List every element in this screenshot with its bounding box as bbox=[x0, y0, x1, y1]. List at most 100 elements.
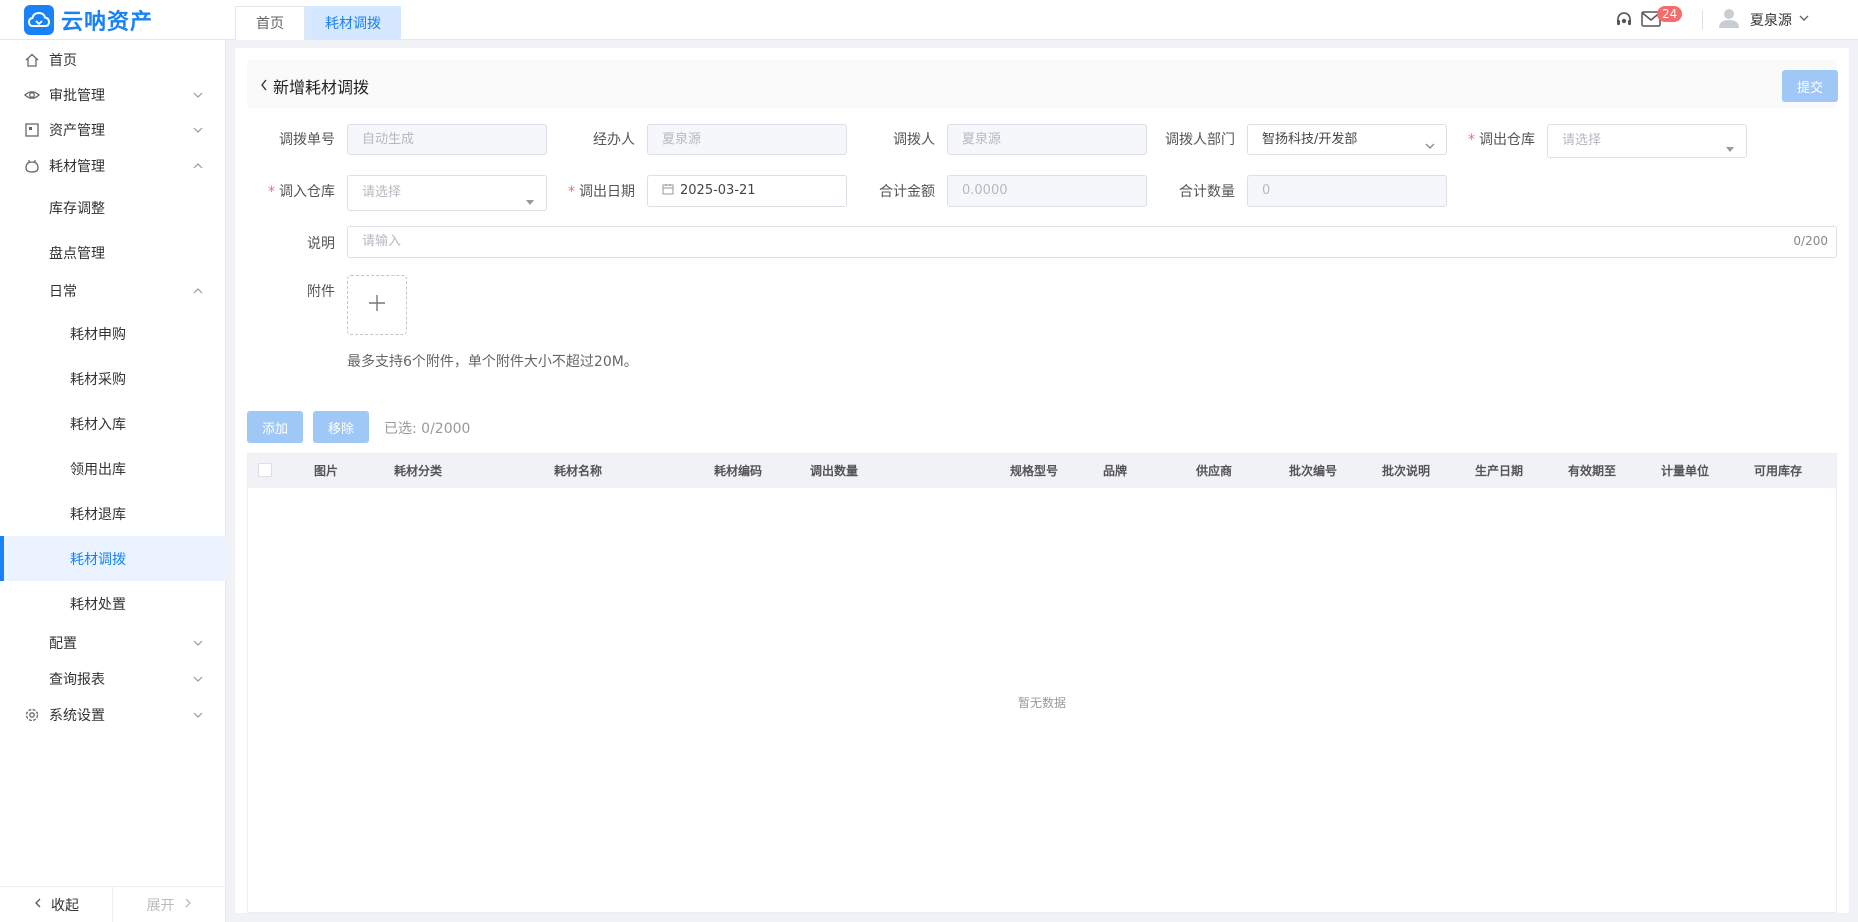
transfer-no-field[interactable]: 自动生成 bbox=[347, 124, 547, 155]
total-amount-label: 合计金额 bbox=[879, 184, 935, 200]
description-input[interactable]: 请输入 0/200 bbox=[347, 226, 1837, 258]
selected-count: 已选: 0/2000 bbox=[384, 421, 471, 437]
expand-button[interactable]: 展开 bbox=[113, 887, 226, 922]
col-supplier: 供应商 bbox=[1196, 464, 1233, 478]
sidebar-item-assets[interactable]: 资产管理 bbox=[0, 112, 226, 148]
upload-button[interactable] bbox=[347, 275, 407, 335]
chevron-down-icon bbox=[192, 709, 204, 721]
expand-label: 展开 bbox=[146, 898, 175, 914]
handler-field[interactable]: 夏泉源 bbox=[647, 124, 847, 155]
submit-button[interactable]: 提交 bbox=[1782, 70, 1838, 102]
char-counter: 0/200 bbox=[1793, 234, 1828, 248]
in-warehouse-select[interactable]: 请选择 bbox=[347, 175, 547, 211]
sidebar-item-system-settings[interactable]: 系统设置 bbox=[0, 697, 226, 733]
sidebar-item-label: 库存调整 bbox=[49, 201, 105, 217]
sidebar-item-label: 盘点管理 bbox=[49, 246, 105, 262]
sidebar-item-label: 资产管理 bbox=[49, 123, 105, 139]
chevron-left-icon bbox=[259, 77, 269, 96]
back-link[interactable]: 新增耗材调拨 bbox=[259, 74, 369, 98]
app-name: 云呐资产 bbox=[61, 10, 154, 35]
description-placeholder: 请输入 bbox=[362, 234, 402, 249]
transferor-field[interactable]: 夏泉源 bbox=[947, 124, 1147, 155]
sidebar-item-stock-adjust[interactable]: 库存调整 bbox=[0, 190, 226, 226]
select-all-checkbox[interactable] bbox=[258, 463, 272, 477]
sidebar-item-home[interactable]: 首页 bbox=[0, 42, 226, 78]
col-name: 耗材名称 bbox=[554, 464, 603, 478]
sidebar-item-return[interactable]: 耗材退库 bbox=[0, 496, 226, 532]
tab-home[interactable]: 首页 bbox=[235, 6, 305, 40]
col-category: 耗材分类 bbox=[394, 464, 443, 478]
transfer-no-label: 调拨单号 bbox=[279, 132, 335, 148]
sidebar-toggle-bar: 收起 展开 bbox=[0, 886, 226, 922]
sidebar-item-purchase-request[interactable]: 耗材申购 bbox=[0, 316, 226, 352]
sidebar-item-consumables[interactable]: 耗材管理 bbox=[0, 148, 226, 184]
col-batch-no: 批次编号 bbox=[1289, 464, 1338, 478]
sidebar-item-label: 耗材处置 bbox=[70, 597, 126, 613]
chevron-down-icon bbox=[1798, 12, 1810, 28]
total-qty-field[interactable]: 0 bbox=[1247, 175, 1447, 207]
sidebar-item-config[interactable]: 配置 bbox=[0, 625, 226, 661]
add-button[interactable]: 添加 bbox=[247, 411, 303, 443]
total-amount-field[interactable]: 0.0000 bbox=[947, 175, 1147, 207]
col-image: 图片 bbox=[314, 464, 339, 478]
chevron-up-icon bbox=[192, 285, 204, 297]
headset-icon[interactable] bbox=[1615, 11, 1633, 29]
sidebar-item-label: 耗材调拨 bbox=[70, 551, 126, 568]
col-batch-desc: 批次说明 bbox=[1382, 464, 1431, 478]
sidebar-item-label: 查询报表 bbox=[49, 672, 105, 688]
sidebar-item-inventory-check[interactable]: 盘点管理 bbox=[0, 235, 226, 271]
sidebar-item-stock-out[interactable]: 领用出库 bbox=[0, 451, 226, 487]
tab-consumable-transfer[interactable]: 耗材调拨 bbox=[305, 6, 401, 40]
sidebar-item-label: 日常 bbox=[49, 284, 77, 300]
chevron-down-icon bbox=[192, 124, 204, 136]
chevron-down-icon bbox=[192, 89, 204, 101]
sidebar-item-label: 领用出库 bbox=[70, 462, 126, 478]
page-tabs: 首页 耗材调拨 bbox=[235, 6, 401, 40]
page-title: 新增耗材调拨 bbox=[273, 78, 370, 97]
dept-label: 调拨人部门 bbox=[1165, 132, 1235, 148]
out-date-label: * 调出日期 bbox=[568, 184, 635, 200]
sidebar-item-label: 首页 bbox=[49, 53, 77, 69]
out-date-picker[interactable]: 2025-03-21 bbox=[647, 175, 847, 207]
handler-label: 经办人 bbox=[593, 132, 635, 148]
sidebar-item-label: 耗材申购 bbox=[70, 327, 126, 343]
plus-icon bbox=[367, 293, 387, 317]
collapse-button[interactable]: 收起 bbox=[0, 887, 113, 922]
sidebar-item-label: 耗材入库 bbox=[70, 417, 126, 433]
app-logo[interactable]: 云呐资产 bbox=[24, 5, 154, 35]
chevron-down-icon bbox=[192, 673, 204, 685]
main-content: 新增耗材调拨 提交 调拨单号 自动生成 经办人 夏泉源 调拨人 夏泉源 调拨人部… bbox=[235, 48, 1849, 913]
out-warehouse-label: * 调出仓库 bbox=[1468, 132, 1535, 148]
avatar-icon bbox=[1718, 7, 1740, 33]
sidebar-item-label: 耗材管理 bbox=[49, 159, 105, 175]
header-divider bbox=[1702, 10, 1703, 30]
table-header: 图片 耗材分类 耗材名称 耗材编码 调出数量 规格型号 品牌 供应商 批次编号 … bbox=[248, 454, 1836, 488]
dept-select[interactable]: 智扬科技/开发部 bbox=[1247, 124, 1447, 155]
col-spec: 规格型号 bbox=[1010, 464, 1059, 478]
sidebar-item-label: 系统设置 bbox=[49, 708, 105, 724]
sidebar-item-daily[interactable]: 日常 bbox=[0, 273, 226, 309]
chevron-left-icon bbox=[33, 897, 43, 913]
user-menu[interactable]: 夏泉源 bbox=[1718, 8, 1810, 32]
col-mfg-date: 生产日期 bbox=[1475, 464, 1524, 478]
col-code: 耗材编码 bbox=[714, 464, 763, 478]
sidebar-item-label: 配置 bbox=[49, 636, 77, 652]
chevron-right-icon bbox=[183, 897, 193, 913]
collapse-label: 收起 bbox=[51, 898, 79, 914]
chevron-down-icon bbox=[192, 637, 204, 649]
total-qty-label: 合计数量 bbox=[1179, 184, 1235, 200]
caret-down-icon bbox=[1724, 136, 1736, 152]
sidebar-item-disposal[interactable]: 耗材处置 bbox=[0, 586, 226, 622]
out-warehouse-placeholder: 请选择 bbox=[1562, 133, 1602, 148]
remove-button[interactable]: 移除 bbox=[313, 411, 369, 443]
sidebar-item-transfer[interactable]: 耗材调拨 bbox=[0, 536, 226, 581]
out-warehouse-select[interactable]: 请选择 bbox=[1547, 124, 1747, 158]
sidebar-item-procurement[interactable]: 耗材采购 bbox=[0, 361, 226, 397]
sidebar-item-stock-in[interactable]: 耗材入库 bbox=[0, 406, 226, 442]
sidebar-item-reports[interactable]: 查询报表 bbox=[0, 661, 226, 697]
items-table: 图片 耗材分类 耗材名称 耗材编码 调出数量 规格型号 品牌 供应商 批次编号 … bbox=[247, 453, 1837, 913]
transferor-label: 调拨人 bbox=[893, 132, 935, 148]
asset-icon bbox=[24, 122, 40, 138]
attachment-hint: 最多支持6个附件，单个附件大小不超过20M。 bbox=[347, 354, 638, 370]
sidebar-item-approval[interactable]: 审批管理 bbox=[0, 77, 226, 113]
